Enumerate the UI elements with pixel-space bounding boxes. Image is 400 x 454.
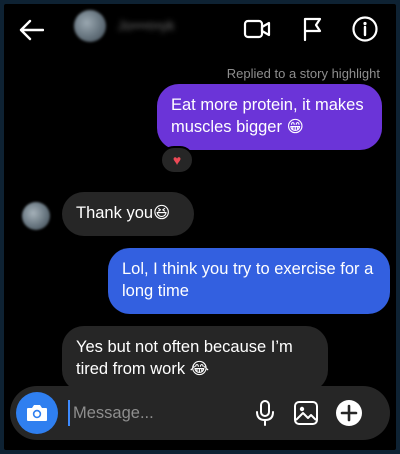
heart-reaction[interactable]: ♥ bbox=[160, 146, 194, 174]
contact-username[interactable]: Jo•••n•yk bbox=[118, 18, 175, 33]
message-text: Thank you bbox=[76, 204, 154, 222]
message-input[interactable] bbox=[68, 400, 228, 426]
message-bubble-outgoing[interactable]: Lol, I think you try to exercise for a l… bbox=[108, 248, 390, 314]
info-icon bbox=[352, 16, 378, 42]
camera-button[interactable] bbox=[16, 392, 58, 434]
camera-icon bbox=[27, 405, 47, 421]
message-composer bbox=[10, 386, 390, 440]
back-button[interactable] bbox=[16, 16, 46, 44]
voice-message-button[interactable] bbox=[250, 398, 280, 428]
story-reply-context: Replied to a story highlight bbox=[226, 66, 380, 81]
gallery-button[interactable] bbox=[291, 398, 321, 428]
arrow-left-icon bbox=[19, 19, 44, 41]
info-button[interactable] bbox=[350, 14, 380, 44]
chat-header: Jo•••n•yk bbox=[4, 4, 396, 56]
message-bubble-incoming[interactable]: Yes but not often because I’m tired from… bbox=[62, 326, 328, 392]
flag-icon bbox=[303, 17, 322, 42]
message-text: Eat more protein, it makes muscles bigge… bbox=[171, 96, 364, 136]
sender-avatar[interactable] bbox=[22, 202, 50, 230]
tears-of-joy-emoji: 😂 bbox=[189, 359, 209, 378]
contact-avatar[interactable] bbox=[74, 10, 106, 42]
heart-icon: ♥ bbox=[172, 152, 182, 168]
video-call-icon bbox=[243, 19, 271, 39]
message-text: Yes but not often because I’m tired from… bbox=[76, 338, 293, 378]
report-flag-button[interactable] bbox=[297, 14, 327, 44]
message-text: Lol, I think you try to exercise for a l… bbox=[122, 260, 374, 300]
grin-emoji: 😁 bbox=[286, 117, 304, 136]
laughing-emoji: 😆 bbox=[153, 203, 171, 222]
message-bubble-outgoing[interactable]: Eat more protein, it makes muscles bigge… bbox=[157, 84, 382, 150]
add-attachment-button[interactable] bbox=[334, 398, 364, 428]
video-call-button[interactable] bbox=[242, 14, 272, 44]
add-icon bbox=[336, 400, 362, 426]
microphone-icon bbox=[256, 400, 274, 426]
chat-screen: Jo•••n•yk Replied to a story highlight E… bbox=[4, 4, 396, 450]
message-bubble-incoming[interactable]: Thank you😆 bbox=[62, 192, 194, 236]
gallery-icon bbox=[294, 401, 318, 425]
